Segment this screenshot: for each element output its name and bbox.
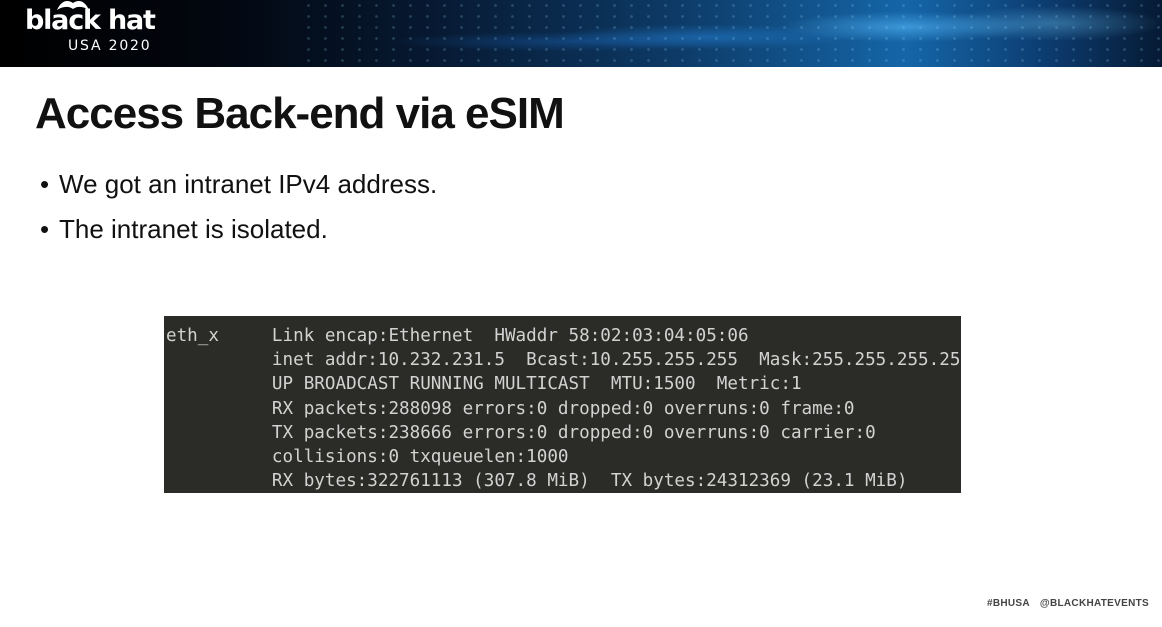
header-banner: black hat USA 2020 <box>0 0 1162 67</box>
footer-social: #BHUSA @BLACKHATEVENTS <box>987 598 1149 609</box>
bullet-list: • We got an intranet IPv4 address. • The i… <box>40 166 437 256</box>
terminal-line: RX bytes:322761113 (307.8 MiB) TX bytes:… <box>166 471 908 492</box>
footer-hashtag: #BHUSA <box>987 598 1030 609</box>
terminal-line: TX packets:238666 errors:0 dropped:0 ove… <box>166 422 876 443</box>
banner-dots <box>300 0 1162 67</box>
terminal-screenshot: eth_x Link encap:Ethernet HWaddr 58:02:0… <box>164 316 961 493</box>
bullet-item: • The intranet is isolated. <box>40 211 437 247</box>
terminal-line: inet addr:10.232.231.5 Bcast:10.255.255.… <box>166 350 961 371</box>
terminal-line: eth_x Link encap:Ethernet HWaddr 58:02:0… <box>166 326 749 346</box>
logo-text: black hat <box>25 5 156 36</box>
blackhat-logo: black hat USA 2020 <box>25 0 205 60</box>
terminal-line: UP BROADCAST RUNNING MULTICAST MTU:1500 … <box>166 374 802 395</box>
footer-handle: @BLACKHATEVENTS <box>1039 598 1149 609</box>
logo-event: USA 2020 <box>68 38 152 54</box>
terminal-line: collisions:0 txqueuelen:1000 <box>166 447 569 468</box>
terminal-line: RX packets:288098 errors:0 dropped:0 ove… <box>166 398 855 419</box>
terminal-output: eth_x Link encap:Ethernet HWaddr 58:02:0… <box>164 316 961 493</box>
slide-title: Access Back-end via eSIM <box>35 89 565 138</box>
bullet-dot: • <box>40 214 50 244</box>
bullet-text: The intranet is isolated. <box>59 214 328 244</box>
bullet-dot: • <box>40 169 50 199</box>
bullet-text: We got an intranet IPv4 address. <box>59 169 438 199</box>
bullet-item: • We got an intranet IPv4 address. <box>40 166 437 202</box>
